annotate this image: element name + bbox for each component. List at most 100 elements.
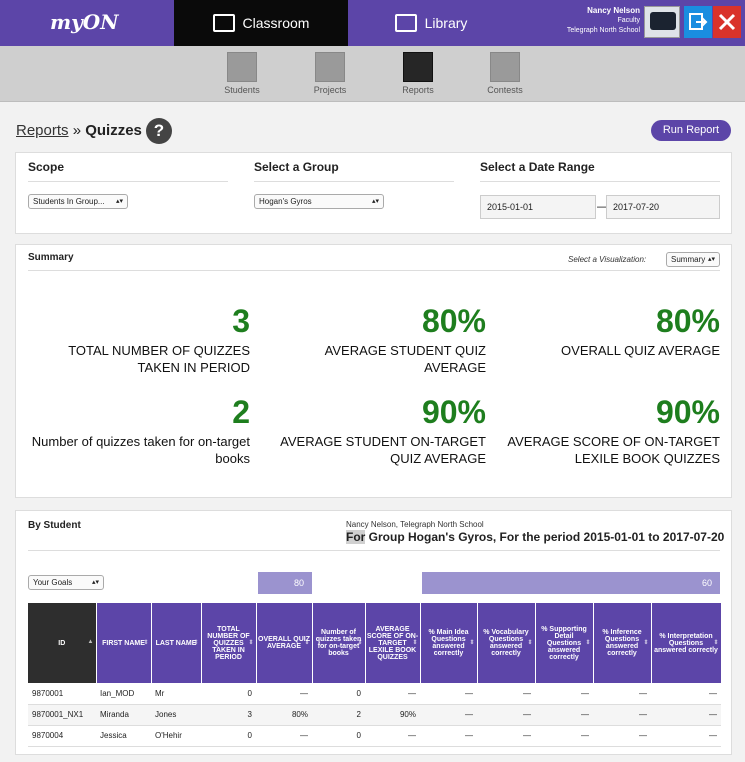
avatar[interactable] — [644, 6, 680, 38]
date-range-label: Select a Date Range — [480, 160, 595, 174]
column-header-id[interactable]: ID ▲ — [28, 603, 97, 683]
sort-icon: ▲ — [87, 639, 94, 645]
subnav-contests[interactable]: Contests — [470, 52, 540, 95]
reports-icon — [403, 52, 433, 82]
column-header-overall-average[interactable]: OVERALL QUIZ AVERAGE ⇕ — [256, 603, 313, 683]
cell-id: 9870004 — [28, 725, 96, 747]
column-header-label: LAST NAME — [155, 639, 197, 647]
visualization-select-value: Summary — [671, 255, 706, 264]
students-table: ID ▲ FIRST NAME ⇕ LAST NAME ⇕ TOTAL NUMBER … — [28, 603, 722, 747]
report-period-for: For — [346, 530, 366, 544]
cell-total-quizzes: 0 — [201, 683, 256, 705]
cell-supporting-detail: — — [535, 725, 593, 747]
sort-icon: ⇕ — [469, 640, 475, 646]
stat-label: AVERAGE SCORE OF ON-TARGET LEXILE BOOK Q… — [507, 434, 720, 466]
column-header-label: % Inference Questions answered correctly — [602, 629, 642, 657]
table-row[interactable]: 9870001_NX1 Miranda Jones 3 80% 2 90% — … — [28, 704, 721, 726]
date-from-input[interactable]: 2015-01-01 — [480, 195, 596, 219]
cell-vocabulary: — — [477, 683, 535, 705]
column-header-label: % Interpretation Questions answered corr… — [654, 632, 718, 654]
column-header-label: OVERALL QUIZ AVERAGE — [258, 636, 310, 650]
cell-inference: — — [593, 683, 651, 705]
students-icon — [227, 52, 257, 82]
cell-overall-average: — — [256, 683, 312, 705]
divider — [254, 181, 454, 182]
stat-value: 2 — [232, 394, 250, 430]
column-header-label: TOTAL NUMBER OF QUIZZES TAKEN IN PERIOD — [207, 625, 250, 661]
subnav-reports-label: Reports — [402, 85, 434, 95]
breadcrumb-separator: » — [72, 122, 82, 139]
stat-on-target-lexile-score: 90% AVERAGE SCORE OF ON-TARGET LEXILE BO… — [498, 395, 720, 467]
column-header-label: AVERAGE SCORE OF ON-TARGET LEXILE BOOK Q… — [366, 625, 419, 661]
cell-overall-average: 80% — [256, 704, 312, 726]
select-arrows-icon: ▴▾ — [371, 198, 379, 205]
logout-icon — [689, 13, 708, 30]
sort-icon: ⇕ — [248, 640, 254, 646]
column-header-total-quizzes[interactable]: TOTAL NUMBER OF QUIZZES TAKEN IN PERIOD ⇕ — [201, 603, 257, 683]
logout-button[interactable] — [684, 6, 712, 38]
column-header-interpretation[interactable]: % Interpretation Questions answered corr… — [651, 603, 722, 683]
subnav-projects-label: Projects — [313, 85, 347, 95]
cell-main-idea: — — [420, 704, 477, 726]
report-period-text: Group Hogan's Gyros, For the period 2015… — [365, 530, 725, 544]
breadcrumb-reports-link[interactable]: Reports — [16, 122, 69, 139]
group-label: Select a Group — [254, 160, 339, 174]
nav-tab-library-label: Library — [424, 15, 468, 31]
by-student-title: By Student — [28, 520, 81, 531]
goals-select-value: Your Goals — [33, 578, 73, 587]
nav-tab-classroom[interactable]: Classroom — [174, 0, 348, 46]
column-header-inference[interactable]: % Inference Questions answered correctly… — [593, 603, 652, 683]
column-header-on-target-count[interactable]: Number of quizzes taken for on-target bo… — [312, 603, 366, 683]
close-button[interactable] — [713, 6, 741, 38]
stat-value: 80% — [655, 303, 720, 339]
column-header-last-name[interactable]: LAST NAME ⇕ — [151, 603, 202, 683]
cell-main-idea: — — [420, 725, 477, 747]
sort-icon: ⇕ — [304, 640, 310, 646]
stat-value: 80% — [421, 303, 486, 339]
nav-tab-library[interactable]: Library — [348, 0, 514, 46]
close-icon — [718, 13, 736, 31]
cell-inference: — — [593, 725, 651, 747]
table-row[interactable]: 9870001 Ian_MOD Mr 0 — 0 — — — — — — — [28, 683, 721, 705]
cell-last-name: O'Hehir — [151, 725, 201, 747]
report-period-line: For Group Hogan's Gyros, For the period … — [346, 530, 724, 544]
goals-select[interactable]: Your Goals ▴▾ — [28, 575, 104, 590]
column-header-label: % Supporting Detail Questions answered c… — [541, 625, 587, 661]
column-header-label: % Main Idea Questions answered correctly — [428, 629, 469, 657]
stat-label: TOTAL NUMBER OF QUIZZES TAKEN IN PERIOD — [68, 343, 250, 375]
user-name: Nancy Nelson — [587, 6, 640, 15]
help-icon[interactable]: ? — [146, 118, 172, 144]
page-title: Quizzes — [85, 122, 142, 139]
sort-icon: ⇕ — [585, 640, 591, 646]
visualization-select[interactable]: Summary ▴▾ — [666, 252, 720, 267]
stat-total-quizzes: 3 TOTAL NUMBER OF QUIZZES TAKEN IN PERIO… — [28, 304, 250, 376]
goal-overall-quiz-bar: 80 — [258, 572, 312, 594]
column-header-main-idea[interactable]: % Main Idea Questions answered correctly… — [420, 603, 478, 683]
column-header-vocabulary[interactable]: % Vocabulary Questions answered correctl… — [477, 603, 536, 683]
table-row[interactable]: 9870004 Jessica O'Hehir 0 — 0 — — — — — … — [28, 725, 721, 747]
column-header-label: ID — [58, 639, 66, 647]
subnav-projects[interactable]: Projects — [295, 52, 365, 95]
scope-select[interactable]: Students In Group... ▴▾ — [28, 194, 128, 209]
date-to-input[interactable]: 2017-07-20 — [606, 195, 720, 219]
subnav-students[interactable]: Students — [207, 52, 277, 95]
subnav-reports[interactable]: Reports — [383, 52, 453, 95]
subnav-students-label: Students — [224, 85, 260, 95]
table-header-row: ID ▲ FIRST NAME ⇕ LAST NAME ⇕ TOTAL NUMBER … — [28, 603, 722, 683]
cell-supporting-detail: — — [535, 683, 593, 705]
column-header-on-target-average[interactable]: AVERAGE SCORE OF ON-TARGET LEXILE BOOK Q… — [365, 603, 421, 683]
breadcrumb: Reports » Quizzes — [16, 122, 142, 139]
column-header-label: FIRST NAME — [102, 639, 145, 647]
group-select[interactable]: Hogan's Gyros ▴▾ — [254, 194, 384, 209]
sort-icon: ⇕ — [412, 640, 418, 646]
column-header-supporting-detail[interactable]: % Supporting Detail Questions answered c… — [535, 603, 594, 683]
run-report-button[interactable]: Run Report — [651, 120, 731, 141]
sort-icon: ⇕ — [143, 640, 149, 646]
sort-icon: ⇕ — [193, 640, 199, 646]
column-header-first-name[interactable]: FIRST NAME ⇕ — [96, 603, 152, 683]
summary-title: Summary — [28, 252, 74, 263]
cell-total-quizzes: 3 — [201, 704, 256, 726]
column-header-label: Number of quizzes taken for on-target bo… — [315, 629, 362, 657]
myon-logo[interactable]: myON — [50, 10, 119, 34]
projects-icon — [315, 52, 345, 82]
